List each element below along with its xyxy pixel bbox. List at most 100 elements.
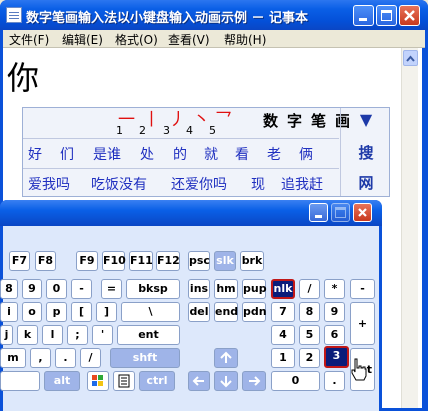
key-insert[interactable]: ins [188,279,210,299]
key-ctrl[interactable]: ctrl [139,371,175,391]
key-comma[interactable]: , [30,348,51,368]
menu-file[interactable]: 文件(F) [9,31,49,48]
key-num-5[interactable]: 5 [299,325,320,345]
key-arrow-down[interactable] [214,371,238,391]
menu-help[interactable]: 帮助(H) [224,31,266,48]
key-end[interactable]: end [214,302,238,322]
candidate-item[interactable]: 是谁 [93,144,121,164]
key-num-2[interactable]: 2 [299,348,320,368]
key-p[interactable]: p [46,302,67,322]
key-windows[interactable] [87,371,109,391]
key-num-1[interactable]: 1 [271,348,295,368]
stroke-dian[interactable]: 丶 [193,105,210,130]
key-backslash[interactable]: \ [121,302,180,322]
key-menu[interactable] [113,371,135,391]
candidate-item[interactable]: 处 [140,144,154,164]
key-8[interactable]: 8 [0,279,18,299]
key-f12[interactable]: F12 [156,251,180,271]
key-l[interactable]: l [42,325,63,345]
key-f7[interactable]: F7 [9,251,30,271]
key-alt[interactable]: alt [44,371,80,391]
key-psc[interactable]: psc [188,251,210,271]
candidate-item[interactable]: 好 [28,144,42,164]
candidate-item[interactable]: 俩 [299,144,313,164]
menu-edit[interactable]: 编辑(E) [62,31,103,48]
key-num-7[interactable]: 7 [271,302,295,322]
candidate-item[interactable]: 的 [173,144,187,164]
key-shift[interactable]: shft [110,348,180,368]
key-pageup[interactable]: pup [242,279,267,299]
scroll-up-button[interactable] [403,50,418,66]
key-slk[interactable]: slk [214,251,236,271]
key-f9[interactable]: F9 [76,251,98,271]
key-num-0[interactable]: 0 [271,371,320,391]
stroke-pie[interactable]: 丿 [169,105,186,130]
key-j[interactable]: j [0,325,13,345]
candidate-item[interactable]: 还爱你吗 [171,174,227,194]
key-num-divide[interactable]: / [299,279,320,299]
web-button[interactable]: 网 [341,172,391,193]
key-9[interactable]: 9 [22,279,42,299]
key-slash[interactable]: / [80,348,101,368]
key-num-multiply[interactable]: * [324,279,345,299]
menu-view[interactable]: 查看(V) [168,31,210,48]
menu-format[interactable]: 格式(O) [115,31,158,48]
candidate-item[interactable]: 追我赶 [281,174,323,194]
key-delete[interactable]: del [188,302,210,322]
key-f11[interactable]: F11 [129,251,153,271]
key-minus[interactable]: - [71,279,92,299]
key-arrow-left[interactable] [188,371,210,391]
key-f10[interactable]: F10 [102,251,126,271]
keyboard-minimize-button[interactable] [309,203,328,222]
title-bar[interactable]: 数字笔画输入法以小键盘输入动画示例 － 记事本 [0,0,428,30]
key-o[interactable]: o [22,302,42,322]
key-equals[interactable]: = [101,279,122,299]
keyboard-maximize-button[interactable] [331,203,350,222]
key-quote[interactable]: ' [92,325,113,345]
candidate-item[interactable]: 老 [267,144,281,164]
key-pagedown[interactable]: pdn [242,302,267,322]
close-icon [358,208,367,217]
key-semicolon[interactable]: ; [67,325,88,345]
candidate-item[interactable]: 爱我吗 [28,174,70,194]
stroke-index: 3 [163,124,170,137]
key-num-8[interactable]: 8 [299,302,320,322]
keyboard-close-button[interactable] [353,203,372,222]
stroke-zhe[interactable]: 乛 [215,105,232,130]
key-num-4[interactable]: 4 [271,325,295,345]
key-right-bracket[interactable]: ] [96,302,117,322]
key-home[interactable]: hm [214,279,238,299]
vertical-scrollbar[interactable] [401,48,418,408]
key-num-6[interactable]: 6 [324,325,345,345]
key-left-bracket[interactable]: [ [71,302,92,322]
expand-arrow-icon[interactable]: ▼ [341,110,391,129]
key-num-3[interactable]: 3 [324,346,349,368]
key-num-plus[interactable]: + [350,302,375,345]
key-k[interactable]: k [17,325,38,345]
key-brk[interactable]: brk [240,251,264,271]
search-button[interactable]: 搜 [341,142,391,163]
key-numlock[interactable]: nlk [271,279,295,299]
key-period[interactable]: . [55,348,76,368]
key-backspace[interactable]: bksp [126,279,180,299]
key-m[interactable]: m [0,348,26,368]
keyboard-title-bar[interactable] [0,200,382,226]
candidate-item[interactable]: 看 [235,144,249,164]
key-space[interactable] [0,371,40,391]
minimize-button[interactable] [353,5,374,26]
key-0[interactable]: 0 [46,279,67,299]
key-f8[interactable]: F8 [35,251,56,271]
close-button[interactable] [399,5,420,26]
maximize-button[interactable] [376,5,397,26]
key-i[interactable]: i [0,302,18,322]
candidate-item[interactable]: 就 [204,144,218,164]
key-enter[interactable]: ent [117,325,180,345]
candidate-item[interactable]: 现 [251,174,265,194]
key-num-9[interactable]: 9 [324,302,345,322]
key-num-minus[interactable]: - [350,279,375,299]
key-num-decimal[interactable]: . [324,371,345,391]
key-arrow-up[interactable] [214,348,238,368]
key-arrow-right[interactable] [242,371,266,391]
candidate-item[interactable]: 吃饭没有 [91,174,147,194]
candidate-item[interactable]: 们 [60,144,74,164]
